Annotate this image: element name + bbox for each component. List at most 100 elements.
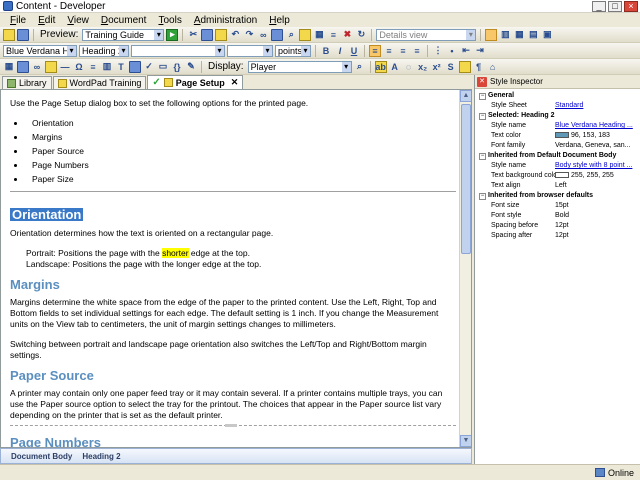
breadcrumb-item[interactable]: Document Body <box>11 452 72 461</box>
property-value-text: 12pt <box>555 232 569 239</box>
bold-button[interactable]: B <box>320 45 332 57</box>
breadcrumb-item[interactable]: Heading 2 <box>82 452 120 461</box>
units-select[interactable]: points <box>275 44 311 57</box>
property-group[interactable]: − Inherited from browser defaults <box>479 191 638 201</box>
columns-icon[interactable]: ▥ <box>101 61 113 73</box>
layout-single-icon[interactable] <box>485 28 498 41</box>
highlight-icon[interactable]: ab <box>374 60 387 73</box>
collapse-toggle-icon[interactable]: − <box>479 192 486 200</box>
hr-icon[interactable]: ― <box>59 61 71 73</box>
save-icon[interactable] <box>17 28 29 41</box>
layout-wide-icon[interactable]: ▤ <box>527 29 539 41</box>
heading-orientation[interactable]: Orientation <box>10 208 84 221</box>
bullet-list-icon[interactable]: • <box>446 45 458 57</box>
close-button[interactable]: × <box>624 1 638 12</box>
undo-icon[interactable]: ↶ <box>229 29 241 41</box>
paste-icon[interactable] <box>215 28 228 41</box>
collapse-toggle-icon[interactable]: − <box>479 112 486 120</box>
close-tab-icon[interactable]: ✕ <box>231 77 239 88</box>
vertical-scrollbar[interactable]: ▲ ▼ <box>459 90 471 447</box>
tab-page-setup[interactable]: ✓ Page Setup ✕ <box>147 75 244 89</box>
delete-icon[interactable]: ✖ <box>341 29 353 41</box>
insert-image-icon[interactable] <box>17 60 29 73</box>
note-icon[interactable] <box>299 28 312 41</box>
list-icon[interactable]: ≡ <box>327 29 339 41</box>
layout-split-icon[interactable]: ▥ <box>499 29 511 41</box>
property-group[interactable]: − Selected: Heading 2 <box>479 111 638 121</box>
media-icon[interactable] <box>129 60 141 73</box>
layout-tiles-icon[interactable]: ▦ <box>513 29 525 41</box>
field-icon[interactable]: ▭ <box>157 61 169 73</box>
scroll-thumb[interactable] <box>461 104 471 254</box>
go-icon[interactable]: ▸ <box>166 28 179 41</box>
align-center-icon[interactable]: ≡ <box>383 45 395 57</box>
refresh-icon[interactable]: ↻ <box>355 29 367 41</box>
menu-item[interactable]: Administration <box>188 15 263 26</box>
code-icon[interactable]: {} <box>171 61 183 73</box>
document-editor[interactable]: Use the Page Setup dialog box to set the… <box>0 89 472 448</box>
paragraph-icon[interactable]: ¶ <box>473 61 485 73</box>
indent-icon[interactable]: ⇥ <box>474 45 486 57</box>
collapse-toggle-icon[interactable]: − <box>479 92 486 100</box>
property-group[interactable]: − Inherited from Default Document Body <box>479 151 638 161</box>
property-link[interactable]: Standard <box>555 101 638 111</box>
grid-icon[interactable]: ▦ <box>313 29 325 41</box>
document-content[interactable]: Use the Page Setup dialog box to set the… <box>10 98 456 447</box>
font-color-icon[interactable]: A <box>389 61 401 73</box>
align-right-icon[interactable]: ≡ <box>397 45 409 57</box>
menu-item[interactable]: File <box>4 15 32 26</box>
subscript-icon[interactable]: x₂ <box>417 61 429 73</box>
clear-format-icon[interactable]: ◌ <box>403 61 415 73</box>
font-size-select[interactable] <box>227 44 273 57</box>
zoom-icon[interactable]: ⌕ <box>354 61 366 73</box>
italic-button[interactable]: I <box>334 45 346 57</box>
preview-select[interactable]: Training Guide <box>82 28 165 41</box>
paragraph-style-select[interactable]: Heading 2 <box>79 44 129 57</box>
views-select[interactable]: Details view <box>376 28 477 41</box>
hyperlink-icon[interactable]: ∞ <box>31 61 43 73</box>
align-left-icon[interactable]: ≡ <box>369 44 381 57</box>
table-icon[interactable]: ▦ <box>3 61 15 73</box>
maximize-button[interactable]: □ <box>608 1 622 12</box>
menu-item[interactable]: Document <box>95 15 153 26</box>
open-icon[interactable] <box>3 28 15 41</box>
tab-wordpad-training[interactable]: WordPad Training <box>52 76 147 89</box>
list-icon[interactable]: ≡ <box>87 61 99 73</box>
redo-icon[interactable]: ↷ <box>243 29 255 41</box>
text-icon[interactable]: T <box>115 61 127 73</box>
numbered-list-icon[interactable]: ⋮ <box>432 45 444 57</box>
menu-item[interactable]: View <box>61 15 95 26</box>
spell-icon[interactable]: ✎ <box>185 61 197 73</box>
symbol-icon[interactable]: Ω <box>73 61 85 73</box>
layout-full-icon[interactable]: ▣ <box>541 29 553 41</box>
tag-icon[interactable]: ⌂ <box>487 61 499 73</box>
justify-icon[interactable]: ≡ <box>411 45 423 57</box>
font-family-select[interactable] <box>131 44 225 57</box>
property-link[interactable]: Body style with 8 point ... <box>555 161 638 171</box>
cut-icon[interactable]: ✂ <box>187 29 199 41</box>
tab-library[interactable]: Library <box>2 76 52 89</box>
link-icon[interactable]: ∞ <box>257 29 269 41</box>
underline-button[interactable]: U <box>348 45 360 57</box>
outdent-icon[interactable]: ⇤ <box>460 45 472 57</box>
menu-item[interactable]: Edit <box>32 15 61 26</box>
strike-icon[interactable]: S <box>445 61 457 73</box>
property-group[interactable]: − General <box>479 91 638 101</box>
copy-icon[interactable] <box>201 28 214 41</box>
close-panel-icon[interactable]: ✕ <box>477 76 487 87</box>
menu-item[interactable]: Tools <box>152 15 187 26</box>
collapse-toggle-icon[interactable]: − <box>479 152 486 160</box>
image-icon[interactable] <box>271 28 284 41</box>
property-link[interactable]: Blue Verdana Heading ... <box>555 121 638 131</box>
superscript-icon[interactable]: x² <box>431 61 443 73</box>
scroll-down-icon[interactable]: ▼ <box>460 435 471 447</box>
style-sheet-select[interactable]: Blue Verdana Headi... <box>3 44 77 57</box>
check-icon[interactable]: ✓ <box>143 61 155 73</box>
scroll-up-icon[interactable]: ▲ <box>460 90 471 102</box>
marker-icon[interactable] <box>458 60 471 73</box>
menu-item[interactable]: Help <box>263 15 296 26</box>
bookmark-icon[interactable] <box>45 60 57 73</box>
minimize-button[interactable]: _ <box>592 1 606 12</box>
find-icon[interactable]: ⌕ <box>285 29 297 41</box>
display-select[interactable]: Player <box>247 60 352 73</box>
